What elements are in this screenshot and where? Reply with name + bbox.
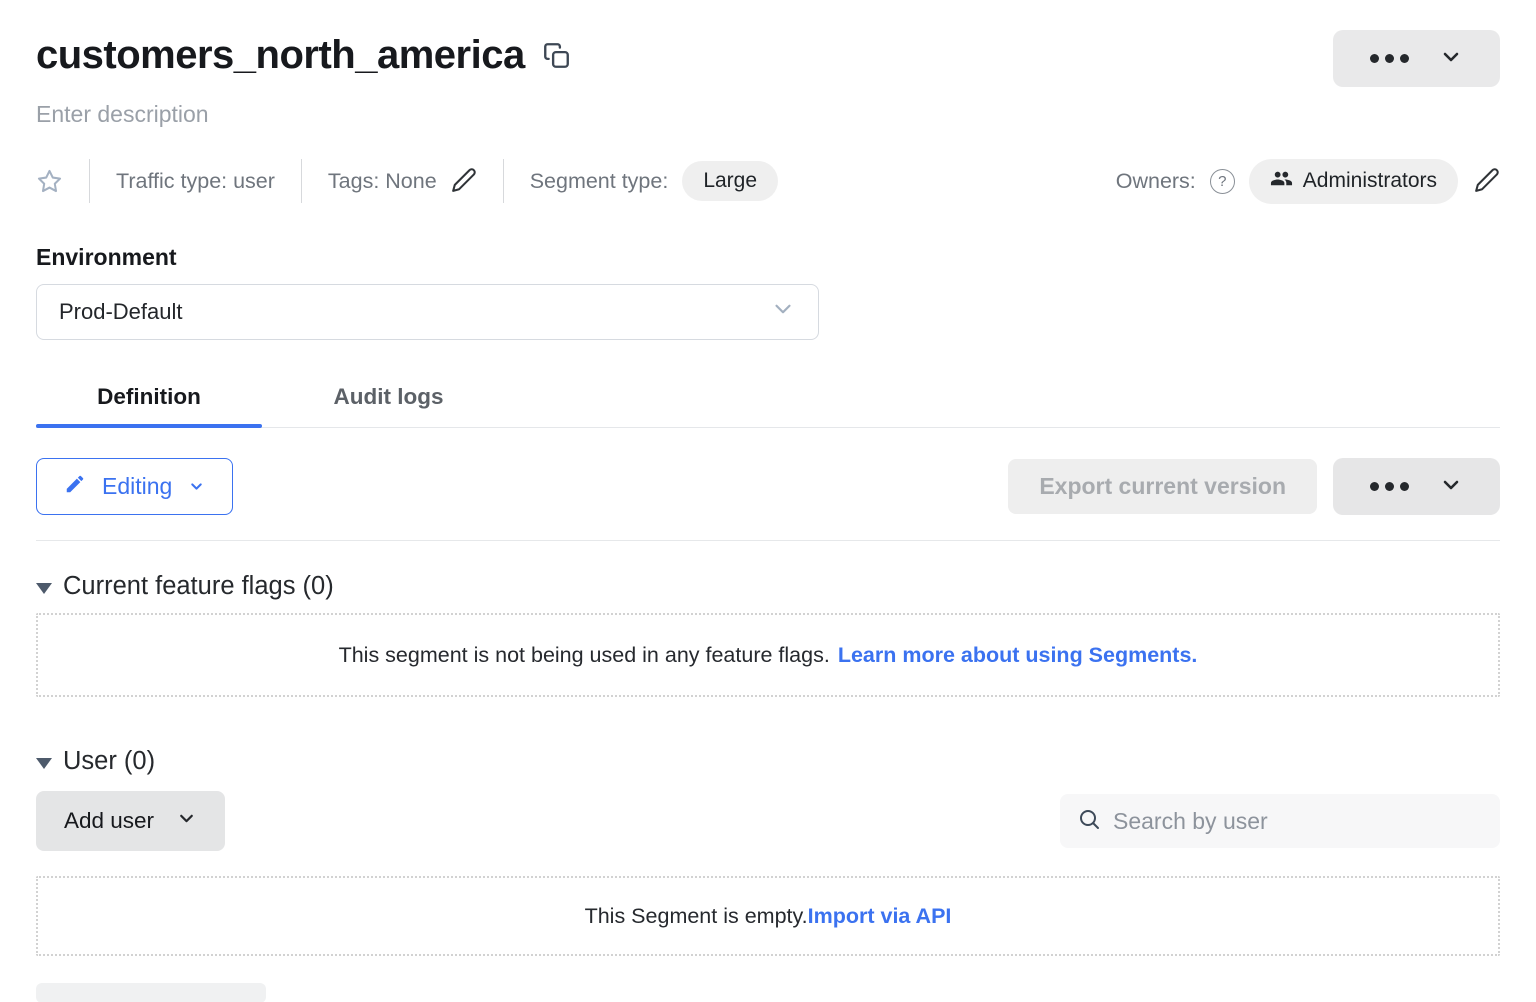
add-user-label: Add user: [64, 808, 154, 834]
divider: [36, 540, 1500, 541]
tab-definition[interactable]: Definition: [36, 384, 262, 427]
favorite-star-icon[interactable]: [36, 168, 63, 195]
editing-status-button[interactable]: Editing: [36, 458, 233, 515]
definition-toolbar: Editing Export current version: [36, 458, 1500, 515]
learn-more-link[interactable]: Learn more about using Segments.: [838, 643, 1198, 668]
user-controls-row: Add user: [36, 791, 1500, 851]
page-title: customers_north_america: [36, 30, 525, 80]
chevron-down-icon: [770, 296, 796, 328]
traffic-type-label: Traffic type: user: [116, 169, 275, 194]
divider: [89, 159, 90, 203]
help-question-icon[interactable]: ?: [1210, 169, 1235, 194]
segment-empty-state: This Segment is empty.Import via API: [36, 876, 1500, 956]
pencil-icon: [1474, 167, 1500, 196]
environment-selected-value: Prod-Default: [59, 299, 183, 325]
pencil-icon: [451, 167, 477, 196]
tab-audit-logs[interactable]: Audit logs: [262, 384, 515, 427]
segment-type-label: Segment type:: [530, 169, 669, 194]
tags-label: Tags: None: [328, 169, 437, 194]
search-icon: [1077, 807, 1101, 836]
header-more-actions-button[interactable]: [1333, 30, 1500, 87]
edit-owners-button[interactable]: [1474, 167, 1500, 196]
ellipsis-icon: [1370, 482, 1409, 491]
owners-label: Owners:: [1116, 169, 1196, 194]
collapse-triangle-icon: [36, 583, 52, 594]
ellipsis-icon: [1370, 54, 1409, 63]
chevron-down-icon: [1439, 45, 1463, 72]
copy-name-icon[interactable]: [543, 42, 570, 69]
divider: [503, 159, 504, 203]
owners-badge[interactable]: Administrators: [1249, 159, 1458, 204]
environment-label: Environment: [36, 244, 1500, 271]
segment-type-badge: Large: [682, 161, 778, 201]
add-user-button[interactable]: Add user: [36, 791, 225, 851]
owners-value: Administrators: [1303, 169, 1437, 193]
feature-flags-section-header[interactable]: Current feature flags (0): [36, 572, 1500, 601]
cutoff-element: [36, 983, 266, 1002]
tab-bar: Definition Audit logs: [36, 384, 1500, 428]
environment-select[interactable]: Prod-Default: [36, 284, 819, 340]
edit-tags-button[interactable]: [451, 167, 477, 196]
feature-flags-empty-text: This segment is not being used in any fe…: [339, 643, 830, 668]
feature-flags-empty-state: This segment is not being used in any fe…: [36, 613, 1500, 697]
feature-flags-heading: Current feature flags (0): [63, 572, 334, 601]
chevron-down-icon: [176, 808, 197, 835]
collapse-triangle-icon: [36, 758, 52, 769]
chevron-down-icon: [188, 478, 205, 495]
meta-row: Traffic type: user Tags: None Segment ty…: [36, 158, 1500, 204]
group-icon: [1270, 167, 1293, 196]
user-section-header[interactable]: User (0): [36, 747, 1500, 776]
segment-empty-text: This Segment is empty.: [585, 904, 808, 929]
search-by-user-input[interactable]: [1113, 808, 1483, 835]
divider: [301, 159, 302, 203]
import-via-api-link[interactable]: Import via API: [808, 904, 952, 929]
pencil-icon: [64, 473, 86, 501]
editing-label: Editing: [102, 473, 172, 500]
user-heading: User (0): [63, 747, 155, 776]
chevron-down-icon: [1439, 473, 1463, 500]
export-current-version-button[interactable]: Export current version: [1008, 459, 1317, 514]
page-header: customers_north_america: [36, 30, 1500, 87]
description-placeholder[interactable]: Enter description: [36, 101, 1500, 128]
user-search: [1060, 794, 1500, 848]
toolbar-more-actions-button[interactable]: [1333, 458, 1500, 515]
